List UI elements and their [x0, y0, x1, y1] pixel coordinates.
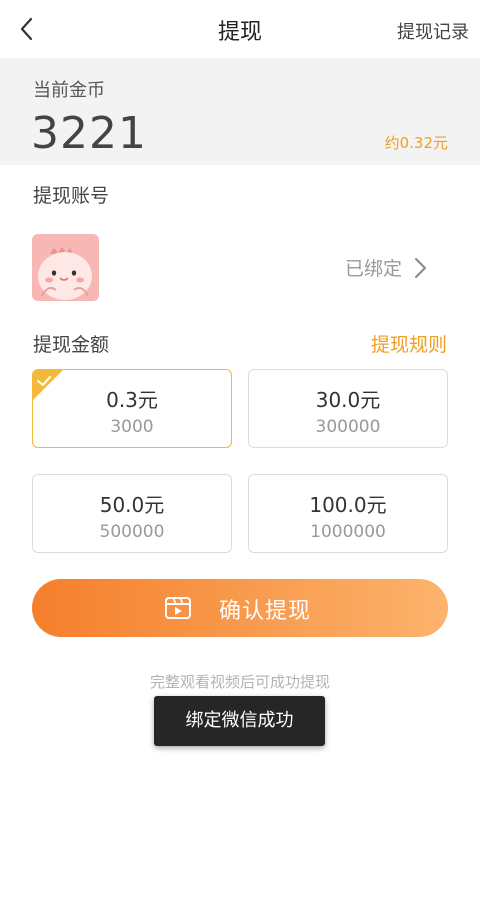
confirm-withdraw-label: 确认提现: [219, 599, 312, 624]
video-play-icon: [165, 597, 191, 619]
balance-yuan-equivalent: 约0.32元: [384, 134, 448, 152]
amount-option-3[interactable]: 100.0元 1000000: [248, 474, 448, 553]
balance-value: 3221: [31, 108, 147, 159]
confirm-withdraw-button[interactable]: 确认提现: [32, 579, 448, 637]
amount-coins: 1000000: [310, 522, 386, 542]
withdraw-rules-link[interactable]: 提现规则: [371, 330, 447, 357]
amount-coins: 500000: [99, 522, 165, 542]
check-corner-icon: [33, 370, 63, 400]
amount-yuan: 30.0元: [315, 388, 381, 412]
amount-label: 提现金额: [33, 334, 110, 356]
amount-yuan: 50.0元: [99, 493, 165, 517]
amount-coins: 300000: [315, 417, 381, 437]
amount-option-1[interactable]: 30.0元 300000: [248, 369, 448, 448]
top-bar: 提现 提现记录: [0, 0, 480, 58]
amount-yuan: 100.0元: [309, 493, 387, 517]
balance-panel: 当前金币 3221 约0.32元: [0, 58, 480, 165]
amount-coins: 3000: [110, 417, 154, 437]
video-hint-text: 完整观看视频后可成功提现: [149, 673, 330, 691]
account-status-text: 已绑定: [344, 258, 402, 280]
amount-option-2[interactable]: 50.0元 500000: [32, 474, 232, 553]
account-label: 提现账号: [33, 185, 110, 207]
withdraw-records-link[interactable]: 提现记录: [397, 18, 469, 44]
amount-option-0[interactable]: 0.3元 3000: [32, 369, 232, 448]
chevron-right-icon[interactable]: [412, 256, 428, 280]
balance-label: 当前金币: [33, 80, 105, 101]
cartoon-avatar-icon: [32, 234, 99, 301]
toast-message: 绑定微信成功: [154, 696, 325, 746]
